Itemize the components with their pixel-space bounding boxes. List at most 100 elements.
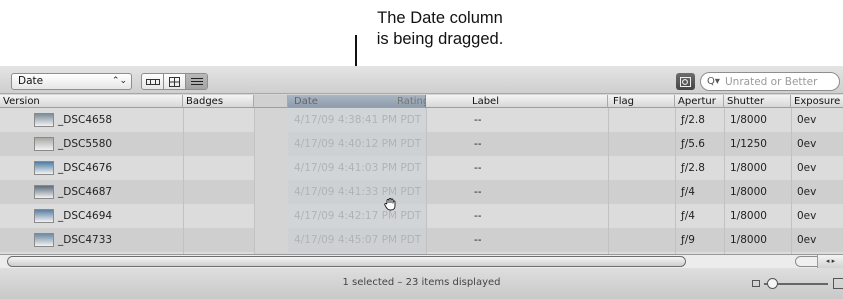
column-header-shutter[interactable]: Shutter: [724, 95, 791, 108]
photo-thumbnail[interactable]: [34, 137, 54, 151]
exposure-cell-text: 0ev: [797, 138, 817, 150]
aperture-cell-text: ƒ/4: [681, 186, 695, 198]
aperture-cell: ƒ/4: [677, 180, 723, 204]
grab-hand-icon: [384, 198, 396, 211]
photo-thumbnail[interactable]: [34, 185, 54, 199]
list-view-icon: [190, 78, 203, 85]
exposure-cell-text: 0ev: [797, 210, 817, 222]
sort-by-value: Date: [18, 75, 44, 87]
shutter-cell: 1/8000: [726, 108, 790, 132]
browser-window: Date ⌃⌄ Q▾ Unrated or Better Version Bad…: [0, 66, 843, 299]
column-separator: [426, 108, 427, 254]
aperture-cell-text: ƒ/2.8: [681, 114, 705, 126]
version-cell: _DSC5580: [30, 132, 182, 156]
filmstrip-view-button[interactable]: [142, 74, 164, 89]
thumbnail-small-icon[interactable]: [752, 280, 760, 287]
scroll-arrows[interactable]: ◂ ▸: [817, 255, 843, 268]
shutter-cell-text: 1/8000: [730, 210, 767, 222]
aperture-cell: ƒ/2.8: [677, 108, 723, 132]
toolbar: Date ⌃⌄ Q▾ Unrated or Better: [0, 66, 843, 94]
label-cell-text: --: [474, 234, 482, 246]
aperture-cell: ƒ/2.8: [677, 156, 723, 180]
search-icon: [680, 76, 691, 87]
exposure-cell: 0ev: [793, 132, 843, 156]
dragged-date-column[interactable]: [288, 108, 426, 254]
scrollbar-thumb[interactable]: [7, 256, 686, 267]
view-mode-switcher: [141, 73, 208, 90]
shutter-cell: 1/8000: [726, 204, 790, 228]
exposure-cell: 0ev: [793, 204, 843, 228]
label-cell: --: [470, 180, 600, 204]
list-view-table: Version Badges Date Rating Label Flag Ap…: [0, 95, 843, 254]
label-cell-text: --: [474, 114, 482, 126]
aperture-cell: ƒ/5.6: [677, 132, 723, 156]
callout-line-2: is being dragged.: [376, 30, 504, 48]
shutter-cell-text: 1/8000: [730, 186, 767, 198]
exposure-cell-text: 0ev: [797, 186, 817, 198]
shutter-cell: 1/8000: [726, 228, 790, 252]
label-cell-text: --: [474, 186, 482, 198]
version-cell-text: _DSC4676: [58, 162, 113, 174]
label-cell: --: [470, 228, 600, 252]
grid-view-button[interactable]: [164, 74, 186, 89]
aperture-cell-text: ƒ/9: [681, 234, 695, 246]
photo-thumbnail[interactable]: [34, 161, 54, 175]
column-separator: [254, 108, 255, 254]
version-cell-text: _DSC4658: [58, 114, 113, 126]
shutter-cell-text: 1/8000: [730, 114, 767, 126]
photo-thumbnail[interactable]: [34, 233, 54, 247]
column-header-label[interactable]: Label: [426, 95, 608, 108]
column-header-exposure[interactable]: Exposure: [791, 95, 843, 108]
column-header-flag[interactable]: Flag: [608, 95, 675, 108]
callout-text: The Date column is being dragged.: [350, 8, 530, 50]
shutter-cell-text: 1/8000: [730, 162, 767, 174]
shutter-cell: 1/8000: [726, 180, 790, 204]
aperture-cell-text: ƒ/5.6: [681, 138, 705, 150]
version-cell: _DSC4733: [30, 228, 182, 252]
updown-arrows-icon: ⌃⌄: [111, 76, 127, 86]
aperture-cell: ƒ/9: [677, 228, 723, 252]
aperture-cell: ƒ/4: [677, 204, 723, 228]
aperture-cell-text: ƒ/4: [681, 210, 695, 222]
search-input[interactable]: [725, 74, 837, 89]
version-cell-text: _DSC4687: [58, 186, 113, 198]
photo-thumbnail[interactable]: [34, 209, 54, 223]
version-cell: _DSC4687: [30, 180, 182, 204]
photo-thumbnail[interactable]: [34, 113, 54, 127]
column-header-gap: [254, 95, 288, 108]
horizontal-scrollbar[interactable]: ◂ ▸: [0, 254, 843, 268]
column-header-aperture[interactable]: Apertur: [675, 95, 724, 108]
label-cell-text: --: [474, 210, 482, 222]
exposure-cell: 0ev: [793, 156, 843, 180]
label-cell-text: --: [474, 162, 482, 174]
column-separator: [608, 108, 609, 254]
version-cell: _DSC4676: [30, 156, 182, 180]
exposure-cell: 0ev: [793, 180, 843, 204]
drop-gap: [254, 95, 288, 254]
exposure-cell-text: 0ev: [797, 162, 817, 174]
thumbnail-large-icon[interactable]: [833, 278, 843, 289]
label-cell: --: [470, 204, 600, 228]
search-options-button[interactable]: [676, 73, 695, 90]
search-menu-icon[interactable]: Q▾: [707, 76, 720, 87]
column-header-version[interactable]: Version: [0, 95, 183, 108]
column-separator: [183, 108, 184, 254]
version-cell: _DSC4694: [30, 204, 182, 228]
exposure-cell: 0ev: [793, 108, 843, 132]
column-separator: [791, 108, 792, 254]
label-cell-text: --: [474, 138, 482, 150]
sort-by-select[interactable]: Date ⌃⌄: [11, 73, 132, 90]
list-view-button[interactable]: [186, 74, 207, 89]
version-cell: _DSC4658: [30, 108, 182, 132]
status-bar: 1 selected – 23 items displayed: [0, 268, 843, 299]
aperture-cell-text: ƒ/2.8: [681, 162, 705, 174]
version-cell-text: _DSC4733: [58, 234, 113, 246]
search-field[interactable]: Q▾: [700, 72, 840, 91]
column-header-badges[interactable]: Badges: [183, 95, 254, 108]
slider-knob[interactable]: [767, 278, 778, 289]
callout-line-1: The Date column: [377, 9, 503, 27]
shutter-cell-text: 1/1250: [730, 138, 767, 150]
version-cell-text: _DSC5580: [58, 138, 113, 150]
exposure-cell-text: 0ev: [797, 234, 817, 246]
column-separator: [724, 108, 725, 254]
